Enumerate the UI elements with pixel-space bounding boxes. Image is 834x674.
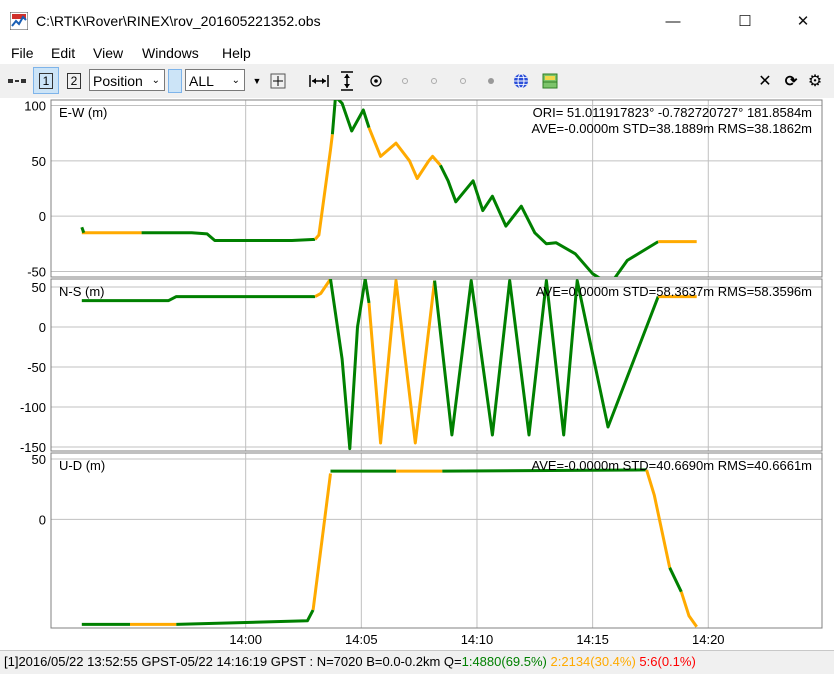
- rtkplot-app-icon: [10, 12, 28, 30]
- menu-bar: File Edit View Windows Help: [0, 42, 834, 64]
- dropdown-arrow-icon[interactable]: ▼: [250, 72, 264, 90]
- chevron-down-icon: ⌄: [231, 75, 240, 86]
- series-fix-line: [81, 295, 316, 303]
- y-tick-label: 0: [39, 512, 46, 527]
- window-title: C:\RTK\Rover\RINEX\rov_201605221352.obs: [36, 13, 321, 29]
- x-tick-label: 14:05: [345, 632, 378, 647]
- satellite-select[interactable]: ALL ⌄: [185, 69, 245, 91]
- point-icon[interactable]: [427, 74, 441, 88]
- point-icon[interactable]: [484, 74, 498, 88]
- status-text: [1]2016/05/22 13:52:55 GPST-05/22 14:16:…: [4, 654, 462, 669]
- menu-view[interactable]: View: [93, 45, 123, 61]
- y-tick-label: 0: [39, 209, 46, 224]
- status-float-count: 2:2134(30.4%): [550, 654, 636, 669]
- close-icon[interactable]: ✕: [756, 71, 774, 91]
- y-tick-label: 0: [39, 320, 46, 335]
- options-icon[interactable]: ⚙: [806, 71, 824, 91]
- x-tick-label: 14:20: [692, 632, 725, 647]
- frequency-toggle[interactable]: [168, 69, 182, 93]
- menu-file[interactable]: File: [11, 45, 34, 61]
- point-icon[interactable]: [398, 74, 412, 88]
- series-float-line: [314, 279, 332, 298]
- map-image-icon[interactable]: [540, 71, 560, 91]
- series-float-line: [367, 279, 437, 445]
- series-fix-line: [329, 279, 371, 451]
- plot-area[interactable]: 100 50 0 -50 E-W (m) ORI= 51.011917823° -0.78…: [0, 98, 834, 650]
- y-tick-label: 100: [24, 99, 46, 114]
- reload-icon[interactable]: ⟳: [782, 71, 800, 91]
- plot1-label: 1: [38, 72, 54, 89]
- plot1-button[interactable]: 1: [33, 67, 59, 94]
- stats-annotation: AVE=-0.0000m STD=38.1889m RMS=38.1862m: [532, 121, 813, 136]
- y-tick-label: -50: [27, 360, 46, 375]
- y-axis-label: N-S (m): [59, 284, 105, 299]
- x-tick-label: 14:00: [229, 632, 262, 647]
- y-tick-label: 50: [32, 154, 46, 169]
- series-fix-line: [439, 164, 659, 277]
- series-float-line: [679, 591, 698, 628]
- position-chart[interactable]: 100 50 0 -50 E-W (m) ORI= 51.011917823° -0.78…: [0, 98, 834, 650]
- stats-annotation: AVE=-0.0000m STD=40.6690m RMS=40.6661m: [532, 458, 813, 473]
- series-float-line: [645, 469, 672, 569]
- y-tick-label: 50: [32, 280, 46, 295]
- x-tick-label: 14:15: [576, 632, 609, 647]
- fit-horizontal-icon[interactable]: [308, 71, 330, 91]
- chevron-down-icon: ⌄: [151, 75, 160, 86]
- series-float-line: [367, 127, 442, 180]
- series-float-line: [311, 473, 332, 611]
- status-fix-count: 1:4880(69.5%): [461, 654, 547, 669]
- status-bar: [1]2016/05/22 13:52:55 GPST-05/22 14:16:…: [0, 650, 834, 674]
- minimize-button[interactable]: —: [650, 0, 696, 42]
- series-fix-line: [176, 609, 315, 626]
- title-bar: C:\RTK\Rover\RINEX\rov_201605221352.obs …: [0, 0, 834, 42]
- menu-edit[interactable]: Edit: [51, 45, 75, 61]
- series-fix-line: [141, 231, 316, 242]
- plot2-button[interactable]: 2: [63, 69, 85, 93]
- series-fix-line: [433, 279, 660, 437]
- globe-icon[interactable]: [511, 71, 531, 91]
- maximize-button[interactable]: ☐: [722, 0, 768, 42]
- series-fix-line: [330, 100, 371, 135]
- series-fix-line: [80, 226, 86, 234]
- x-tick-label: 14:10: [461, 632, 494, 647]
- panel-frame: [50, 452, 823, 629]
- series-float-line: [313, 134, 334, 241]
- plot-type-select[interactable]: Position ⌄: [89, 69, 165, 91]
- y-axis-label: U-D (m): [59, 458, 105, 473]
- plot-type-value: Position: [93, 73, 143, 89]
- connect-icon[interactable]: [6, 74, 28, 88]
- series-fix-line: [668, 567, 683, 593]
- plot2-label: 2: [66, 73, 82, 89]
- satellite-value: ALL: [189, 73, 214, 89]
- center-origin-icon[interactable]: [268, 71, 288, 91]
- y-tick-label: -50: [27, 264, 46, 279]
- point-icon[interactable]: [456, 74, 470, 88]
- y-tick-label: -100: [20, 400, 46, 415]
- fit-vertical-icon[interactable]: [337, 70, 357, 92]
- stats-annotation: ORI= 51.011917823° -0.782720727° 181.858…: [533, 105, 812, 120]
- show-track-icon[interactable]: [367, 72, 385, 90]
- stats-annotation: AVE=0.0000m STD=58.3637m RMS=58.3596m: [536, 284, 812, 299]
- menu-help[interactable]: Help: [222, 45, 251, 61]
- close-window-button[interactable]: ✕: [780, 0, 826, 42]
- y-tick-label: 50: [32, 452, 46, 467]
- y-axis-label: E-W (m): [59, 105, 107, 120]
- status-single-count: 5:6(0.1%): [639, 654, 696, 669]
- menu-windows[interactable]: Windows: [142, 45, 199, 61]
